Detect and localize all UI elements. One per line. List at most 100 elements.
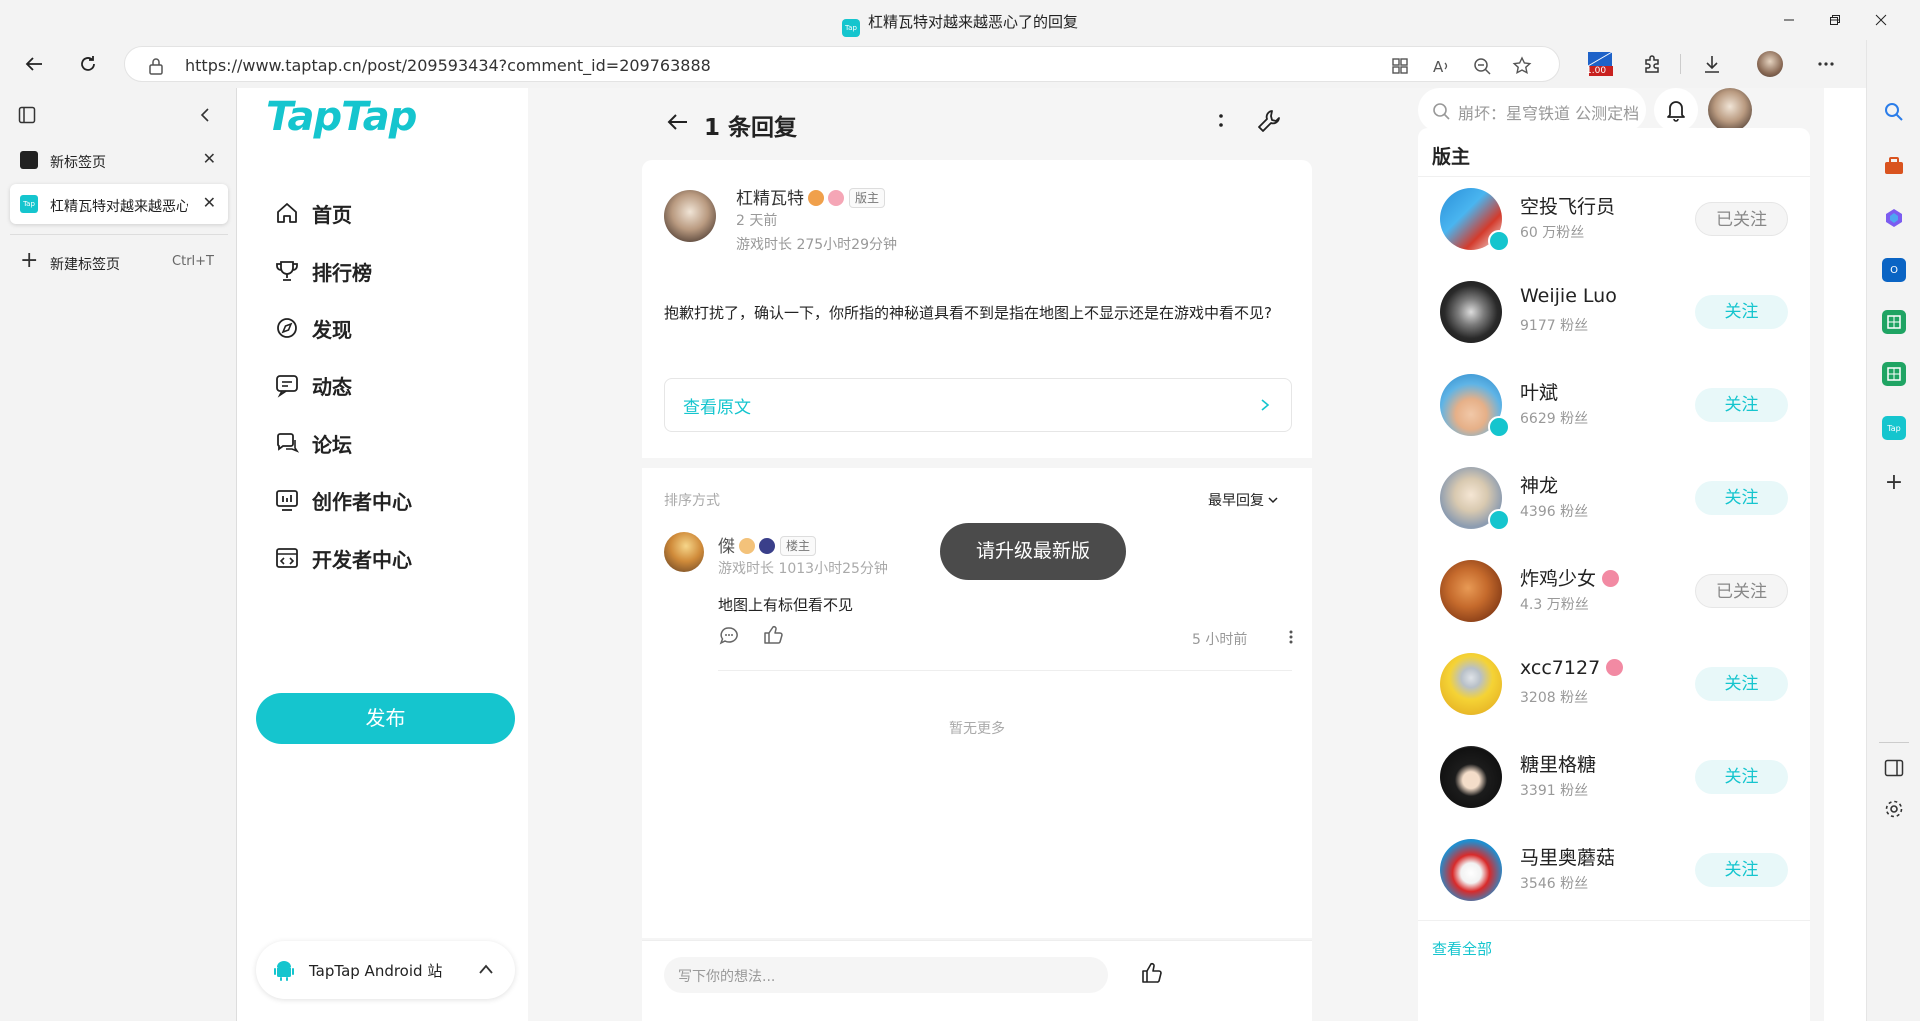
refresh-button[interactable] — [70, 46, 106, 82]
moderator-name[interactable]: Weijie Luo — [1520, 285, 1617, 307]
nav-discover[interactable]: 发现 — [274, 308, 352, 348]
moderator-avatar[interactable] — [1440, 839, 1502, 901]
author-avatar[interactable] — [664, 190, 716, 242]
nav-forum[interactable]: 论坛 — [274, 423, 352, 463]
follow-button[interactable]: 关注 — [1695, 295, 1788, 329]
lock-icon[interactable] — [145, 55, 167, 77]
sidebar-settings-icon[interactable] — [1882, 797, 1906, 821]
moderator-item[interactable]: Weijie Luo 9177 粉丝 关注 — [1418, 271, 1810, 351]
publish-button[interactable]: 发布 — [256, 693, 515, 744]
like-post-icon[interactable] — [1140, 961, 1164, 985]
settings-more-button[interactable] — [1808, 46, 1844, 82]
comment-input[interactable]: 写下你的想法... — [664, 957, 1108, 993]
wrench-icon[interactable] — [1256, 108, 1282, 134]
extension-badge-text: 1.00 — [1586, 66, 1607, 76]
moderator-item[interactable]: 叶斌 6629 粉丝 关注 — [1418, 364, 1810, 444]
moderator-item[interactable]: 糖里格糖 3391 粉丝 关注 — [1418, 736, 1810, 816]
sheets-2-icon[interactable] — [1882, 362, 1906, 386]
moderator-avatar[interactable] — [1440, 746, 1502, 808]
more-vertical-icon[interactable] — [1218, 110, 1224, 132]
address-bar[interactable]: https://www.taptap.cn/post/209593434?com… — [124, 46, 1560, 82]
moderators-card: 版主 空投飞行员 60 万粉丝 已关注 Weijie Luo 9177 粉丝 关… — [1418, 128, 1810, 1021]
moderator-name[interactable]: 神龙 — [1520, 471, 1558, 498]
follow-button[interactable]: 关注 — [1695, 853, 1788, 887]
back-button[interactable] — [16, 46, 52, 82]
nav-home[interactable]: 首页 — [274, 193, 352, 233]
add-sidebar-app-icon[interactable]: + — [1882, 470, 1906, 495]
sheets-icon[interactable] — [1882, 310, 1906, 334]
unfollow-button[interactable]: 已关注 — [1695, 202, 1788, 236]
moderator-avatar[interactable] — [1440, 653, 1502, 715]
nav-moments[interactable]: 动态 — [274, 365, 352, 405]
close-tab-icon[interactable]: ✕ — [203, 193, 216, 212]
tab-active[interactable]: Tap 杠精瓦特对越来越恶心了的回复 ✕ — [10, 184, 228, 224]
profile-button[interactable] — [1752, 46, 1788, 82]
extensions-button[interactable] — [1634, 46, 1670, 82]
reply-author-avatar[interactable] — [664, 532, 704, 572]
close-window-button[interactable] — [1858, 0, 1904, 40]
profile-avatar[interactable] — [1757, 51, 1783, 77]
follow-button[interactable]: 关注 — [1695, 388, 1788, 422]
back-arrow-icon[interactable] — [666, 112, 688, 132]
android-site-button[interactable]: TapTap Android 站 — [256, 941, 515, 999]
moderator-followers: 3391 粉丝 — [1520, 783, 1589, 799]
minimize-button-2[interactable] — [1766, 0, 1812, 40]
hide-sidebar-icon[interactable] — [1882, 756, 1906, 780]
follow-button[interactable]: 关注 — [1695, 760, 1788, 794]
moderator-name[interactable]: 叶斌 — [1520, 378, 1558, 405]
outlook-icon[interactable]: O — [1882, 258, 1906, 282]
follow-button[interactable]: 关注 — [1695, 667, 1788, 701]
taptap-logo[interactable]: TapTap — [266, 94, 417, 140]
search-sidebar-icon[interactable] — [1882, 100, 1906, 124]
moderator-name-line[interactable]: xcc7127 — [1520, 657, 1624, 679]
shopping-icon[interactable] — [1882, 154, 1906, 178]
moderator-avatar[interactable] — [1440, 560, 1502, 622]
nav-creator-center[interactable]: 创作者中心 — [274, 480, 412, 520]
restore-button[interactable] — [1812, 0, 1858, 40]
nav-developer-center[interactable]: 开发者中心 — [274, 538, 412, 578]
view-original-link[interactable]: 查看原文 — [664, 378, 1292, 432]
unfollow-button[interactable]: 已关注 — [1695, 574, 1788, 608]
collapse-panel-icon[interactable] — [196, 106, 214, 124]
moderator-name[interactable]: 糖里格糖 — [1520, 750, 1596, 777]
moderator-avatar[interactable] — [1440, 281, 1502, 343]
moderator-item[interactable]: xcc7127 3208 粉丝 关注 — [1418, 643, 1810, 723]
view-all-link[interactable]: 查看全部 — [1432, 938, 1492, 959]
new-tab-button[interactable]: + 新建标签页 Ctrl+T — [10, 244, 228, 280]
moderator-item[interactable]: 空投飞行员 60 万粉丝 已关注 — [1418, 178, 1810, 258]
user-avatar[interactable] — [1708, 88, 1752, 132]
bell-icon — [1667, 101, 1685, 122]
moderator-item[interactable]: 马里奥蘑菇 3546 粉丝 关注 — [1418, 829, 1810, 909]
notification-button[interactable] — [1654, 88, 1698, 132]
moderator-name[interactable]: 马里奥蘑菇 — [1520, 843, 1615, 870]
close-tab-icon[interactable]: ✕ — [203, 149, 216, 168]
extension-button[interactable]: 1.00 — [1578, 46, 1622, 82]
reply-more-icon[interactable] — [1288, 628, 1294, 646]
copilot-icon[interactable] — [1882, 206, 1906, 230]
moderator-item[interactable]: 炸鸡少女 4.3 万粉丝 已关注 — [1418, 550, 1810, 630]
read-aloud-icon[interactable]: A — [1431, 55, 1453, 77]
reply-comment-icon[interactable] — [718, 625, 740, 647]
tab-new-tab[interactable]: 新标签页 ✕ — [10, 142, 228, 178]
search-box[interactable]: 崩坏：星穹铁道 公测定档 — [1418, 88, 1646, 132]
moderator-name: 炸鸡少女 — [1520, 568, 1597, 590]
add-favorite-icon[interactable] — [1511, 55, 1533, 77]
like-icon[interactable] — [762, 624, 784, 646]
sort-dropdown[interactable]: 最早回复 — [1208, 490, 1278, 510]
moderator-name-line[interactable]: 炸鸡少女 — [1520, 564, 1620, 591]
author-name[interactable]: 杠精瓦特 — [736, 189, 804, 209]
follow-button[interactable]: 关注 — [1695, 481, 1788, 515]
minimize-icon — [1784, 19, 1794, 21]
reply-author-name[interactable]: 傑 — [718, 537, 735, 557]
zoom-out-icon[interactable] — [1471, 55, 1493, 77]
moderator-name[interactable]: 空投飞行员 — [1520, 192, 1615, 219]
moderator-followers: 9177 粉丝 — [1520, 318, 1589, 334]
url-text[interactable]: https://www.taptap.cn/post/209593434?com… — [185, 56, 711, 75]
moderator-item[interactable]: 神龙 4396 粉丝 关注 — [1418, 457, 1810, 537]
downloads-button[interactable] — [1694, 46, 1730, 82]
taptap-sidebar-icon[interactable]: Tap — [1882, 416, 1906, 440]
nav-ranking[interactable]: 排行榜 — [274, 251, 372, 291]
tab-actions-icon[interactable] — [18, 106, 36, 124]
level-badge-icon — [739, 538, 755, 554]
app-available-icon[interactable] — [1389, 55, 1411, 77]
